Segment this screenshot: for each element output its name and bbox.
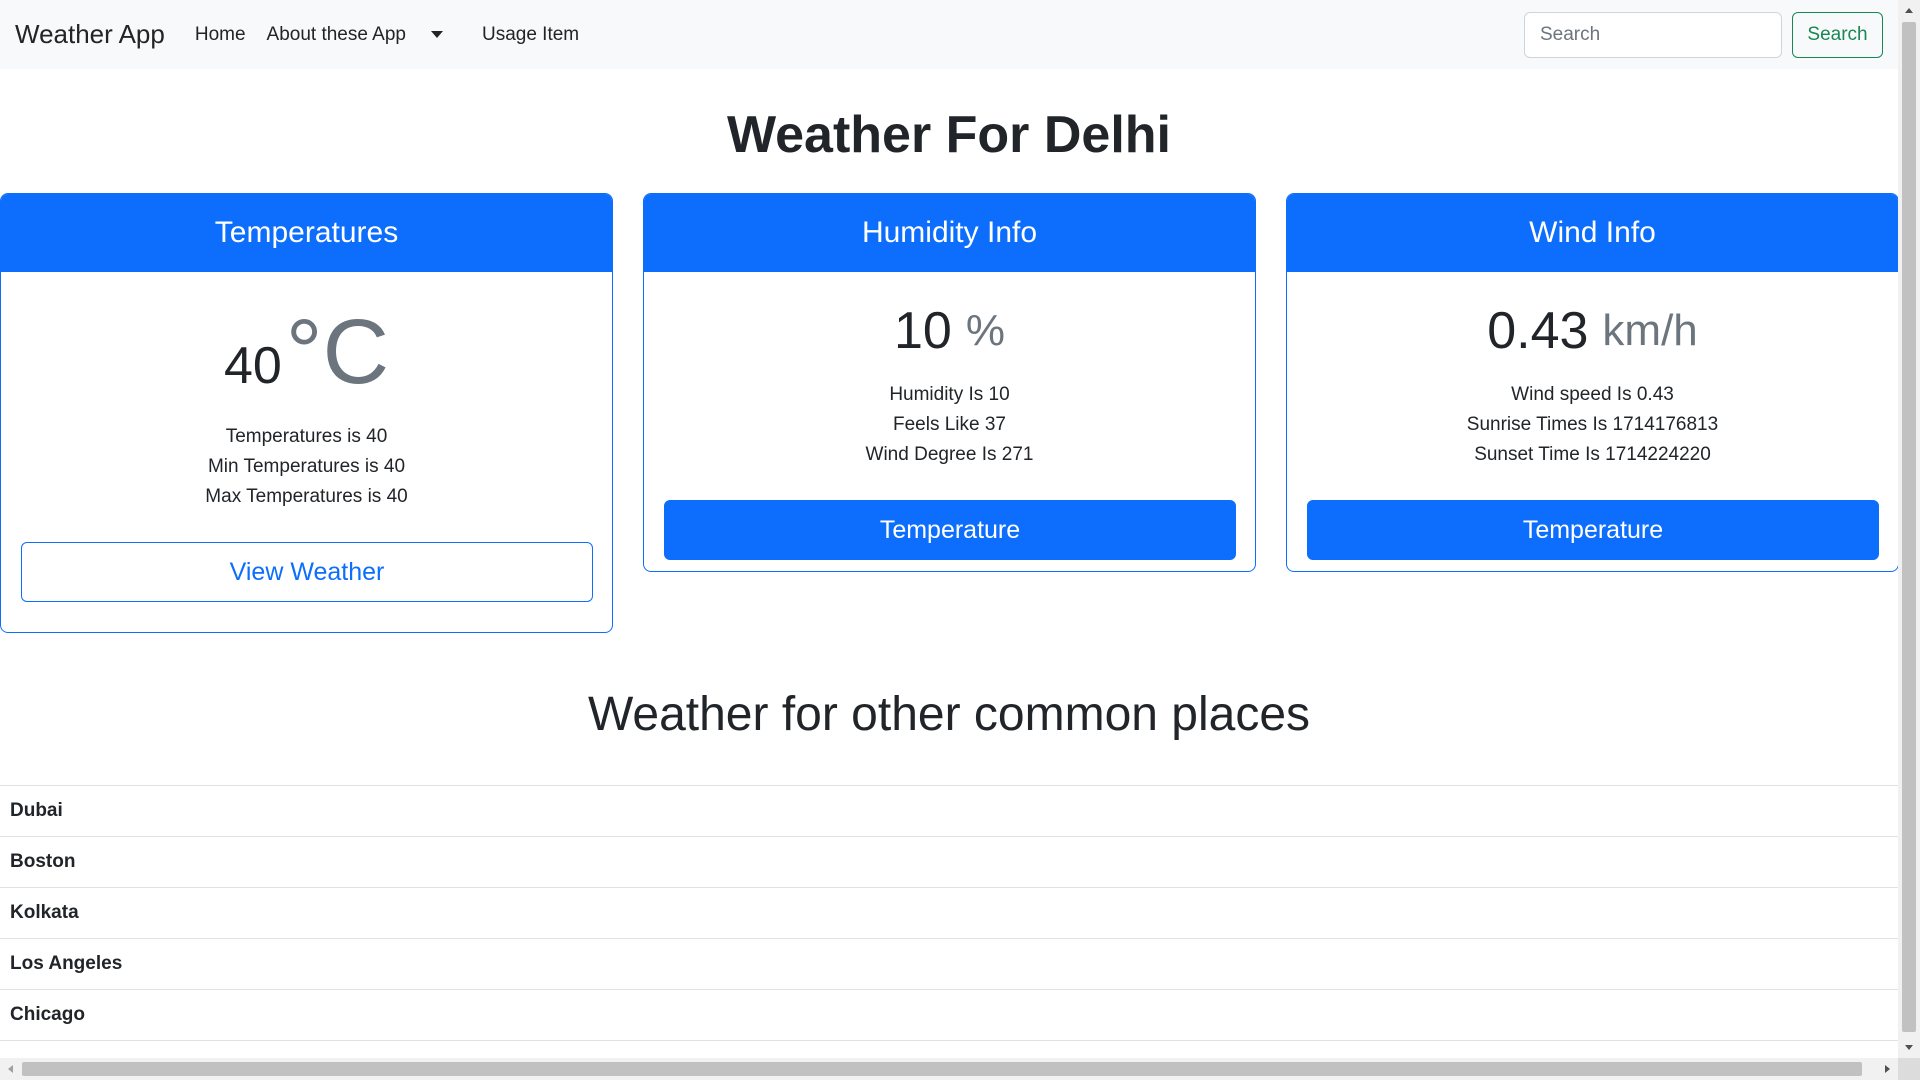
sunrise-line: Sunrise Times Is 1714176813	[1466, 414, 1719, 435]
nav-link-about[interactable]: About these App	[267, 24, 406, 46]
sunset-line: Sunset Time Is 1714224220	[1474, 444, 1711, 465]
vertical-scrollbar[interactable]	[1898, 0, 1920, 1058]
brand-link[interactable]: Weather App	[15, 19, 165, 50]
place-item-dubai[interactable]: Dubai	[0, 786, 1898, 837]
humidity-info: Humidity Is 10 Feels Like 37 Wind Degree…	[664, 380, 1235, 470]
temperature-display: 40 °C	[21, 272, 592, 402]
humidity-display: 10 %	[664, 272, 1235, 380]
temperature-line: Temperatures is 40	[225, 426, 388, 447]
humidity-line: Humidity Is 10	[889, 384, 1010, 405]
wind-degree-line: Wind Degree Is 271	[865, 444, 1034, 465]
search-input[interactable]	[1524, 11, 1782, 58]
temperature-card-body: 40 °C Temperatures is 40 Min Temperature…	[1, 272, 612, 602]
wind-value: 0.43	[1487, 302, 1589, 360]
scrollbar-corner	[1898, 1058, 1920, 1080]
wind-card-body: 0.43 km/h Wind speed Is 0.43 Sunrise Tim…	[1287, 272, 1898, 560]
place-item-kolkata[interactable]: Kolkata	[0, 888, 1898, 939]
other-places-title: Weather for other common places	[587, 688, 1311, 741]
feels-like-line: Feels Like 37	[892, 414, 1006, 435]
other-places-list: Dubai Boston Kolkata Los Angeles Chicago	[0, 784, 1898, 1041]
wind-speed-line: Wind speed Is 0.43	[1511, 384, 1674, 405]
scroll-up-arrow-icon[interactable]	[1905, 8, 1913, 13]
search-button[interactable]: Search	[1792, 11, 1883, 58]
horizontal-scrollbar[interactable]	[0, 1058, 1898, 1080]
nav-dropdown-toggle[interactable]	[427, 25, 447, 44]
horizontal-scroll-thumb[interactable]	[22, 1062, 1862, 1076]
temperature-card: Temperatures 40 °C Temperatures is 40 Mi…	[0, 193, 613, 633]
wind-unit: km/h	[1602, 306, 1698, 355]
wind-temperature-button[interactable]: Temperature	[1307, 500, 1879, 560]
wind-info: Wind speed Is 0.43 Sunrise Times Is 1714…	[1307, 380, 1878, 470]
min-temperature-line: Min Temperatures is 40	[207, 456, 406, 477]
scroll-left-arrow-icon[interactable]	[8, 1065, 13, 1073]
place-item-chicago[interactable]: Chicago	[0, 990, 1898, 1041]
humidity-value: 10	[894, 302, 952, 360]
max-temperature-line: Max Temperatures is 40	[205, 486, 408, 507]
humidity-temperature-button[interactable]: Temperature	[664, 500, 1236, 560]
humidity-unit: %	[965, 306, 1005, 355]
place-item-los-angeles[interactable]: Los Angeles	[0, 939, 1898, 990]
temperature-info: Temperatures is 40 Min Temperatures is 4…	[21, 422, 592, 512]
humidity-card: Humidity Info 10 % Humidity Is 10 Feels …	[643, 193, 1256, 572]
wind-display: 0.43 km/h	[1307, 272, 1878, 380]
caret-down-icon	[430, 31, 443, 38]
humidity-card-body: 10 % Humidity Is 10 Feels Like 37 Wind D…	[644, 272, 1255, 560]
nav-link-home[interactable]: Home	[195, 24, 246, 46]
scroll-down-arrow-icon[interactable]	[1905, 1045, 1913, 1050]
nav-link-usage-item[interactable]: Usage Item	[482, 24, 579, 46]
wind-card-header: Wind Info	[1287, 194, 1898, 272]
scroll-right-arrow-icon[interactable]	[1885, 1065, 1890, 1073]
temperature-unit: °C	[285, 301, 390, 403]
wind-card: Wind Info 0.43 km/h Wind speed Is 0.43 S…	[1286, 193, 1898, 572]
weather-cards: Temperatures 40 °C Temperatures is 40 Mi…	[0, 193, 1898, 633]
vertical-scroll-thumb[interactable]	[1902, 22, 1916, 1032]
page-viewport: Weather App Home About these App Usage I…	[0, 0, 1898, 1058]
temperature-card-header: Temperatures	[1, 194, 612, 272]
page-title: Weather For Delhi	[726, 106, 1171, 164]
temperature-value: 40	[223, 337, 282, 395]
humidity-card-header: Humidity Info	[644, 194, 1255, 272]
view-weather-button[interactable]: View Weather	[21, 542, 593, 602]
navbar: Weather App Home About these App Usage I…	[0, 0, 1898, 69]
place-item-boston[interactable]: Boston	[0, 837, 1898, 888]
